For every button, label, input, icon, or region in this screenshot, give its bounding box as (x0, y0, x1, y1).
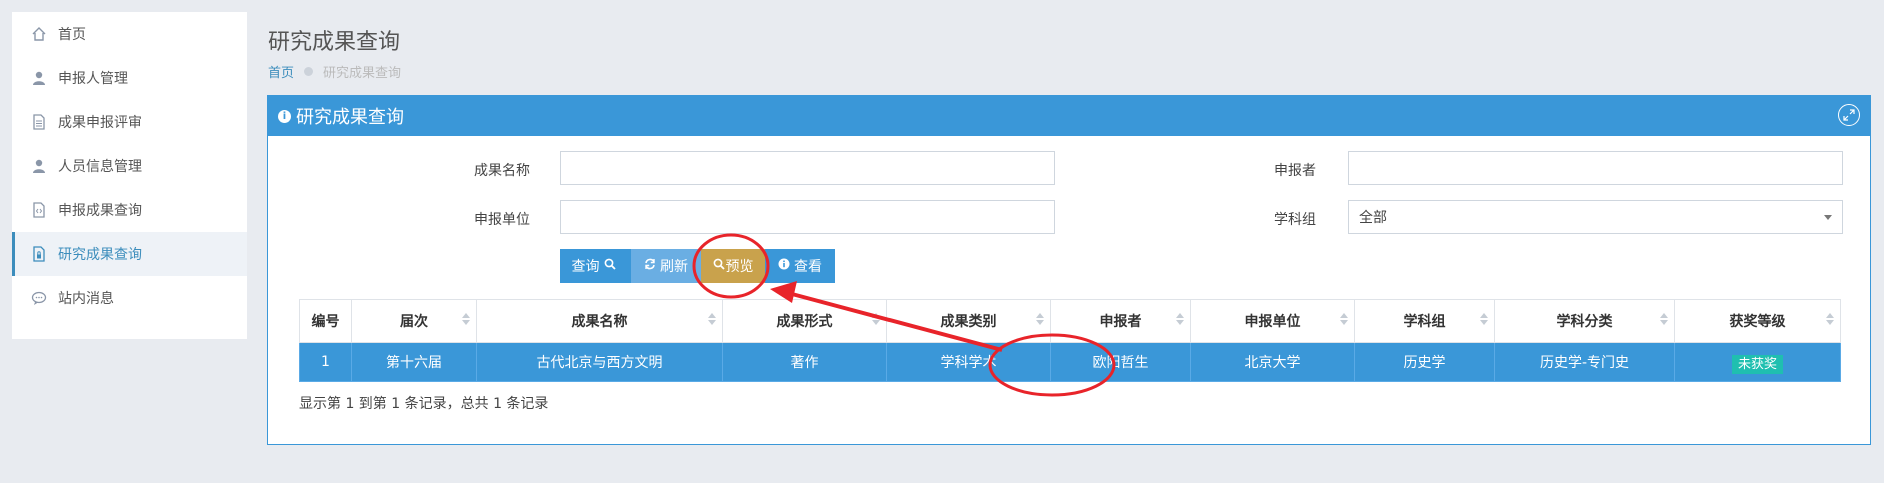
sort-icon (1826, 313, 1834, 325)
sidebar-item-home[interactable]: 首页 (12, 12, 247, 56)
table-row[interactable]: 1 第十六届 古代北京与西方文明 著作 学科学术 欧阳哲生 北京大学 历史学 历… (299, 342, 1841, 382)
expand-icon[interactable] (1838, 104, 1860, 126)
group-select-value: 全部 (1359, 210, 1387, 226)
sidebar-item-achievement-review[interactable]: 成果申报评审 (12, 100, 247, 144)
home-icon (30, 25, 48, 43)
table-cell: 古代北京与西方文明 (476, 342, 723, 382)
table-cell: 欧阳哲生 (1050, 342, 1191, 382)
column-header[interactable]: 成果形式 (722, 299, 887, 343)
unit-label: 申报单位 (474, 212, 530, 228)
column-header[interactable]: 成果类别 (886, 299, 1051, 343)
sort-icon (1340, 313, 1348, 325)
unit-input[interactable] (560, 200, 1055, 234)
search-icon (713, 258, 725, 274)
applicant-input[interactable] (1348, 151, 1843, 185)
breadcrumb-separator (304, 67, 314, 76)
refresh-button-label: 刷新 (660, 259, 688, 275)
group-select[interactable]: 全部 (1348, 200, 1843, 234)
column-header[interactable]: 学科分类 (1494, 299, 1675, 343)
sort-icon (708, 313, 716, 325)
refresh-button[interactable]: 刷新 (631, 249, 701, 283)
column-header[interactable]: 学科组 (1354, 299, 1495, 343)
table-cell: 历史学 (1354, 342, 1495, 382)
user-icon (30, 157, 48, 175)
page-title: 研究成果查询 (268, 30, 401, 55)
column-header[interactable]: 申报单位 (1190, 299, 1355, 343)
sort-icon (1036, 313, 1044, 325)
file-lock-icon (30, 245, 48, 263)
sidebar-item-personnel-management[interactable]: 人员信息管理 (12, 144, 247, 188)
preview-button[interactable]: 预览 (701, 249, 765, 283)
action-buttons: 查询 刷新 预览 查看 (560, 249, 835, 283)
table-header-row: 编号 届次 成果名称 成果形式 成果类别 申报者 申报单位 学科组 学科分类 获… (299, 299, 1841, 343)
award-status-badge: 未获奖 (1731, 354, 1783, 374)
results-table: 编号 届次 成果名称 成果形式 成果类别 申报者 申报单位 学科组 学科分类 获… (299, 299, 1841, 382)
info-icon: i (278, 109, 291, 123)
sidebar-item-label: 站内消息 (58, 291, 114, 307)
column-header: 编号 (299, 299, 352, 343)
table-cell: 北京大学 (1190, 342, 1355, 382)
info-icon (778, 258, 790, 274)
sort-icon (1176, 313, 1184, 325)
sidebar-item-label: 人员信息管理 (58, 159, 142, 175)
user-icon (30, 69, 48, 87)
view-button-label: 查看 (794, 259, 822, 275)
breadcrumb-current: 研究成果查询 (323, 66, 402, 81)
sidebar-item-label: 申报成果查询 (58, 203, 142, 219)
table-cell: 未获奖 (1674, 342, 1841, 382)
query-button-label: 查询 (571, 259, 600, 275)
chat-icon (30, 289, 48, 307)
column-header[interactable]: 届次 (351, 299, 477, 343)
query-button[interactable]: 查询 (560, 249, 631, 283)
view-button[interactable]: 查看 (765, 249, 835, 283)
breadcrumb: 首页 研究成果查询 (268, 62, 401, 81)
column-header[interactable]: 获奖等级 (1674, 299, 1841, 343)
preview-button-label: 预览 (725, 259, 754, 275)
breadcrumb-home-link[interactable]: 首页 (268, 62, 294, 81)
panel-title: 研究成果查询 (296, 107, 404, 128)
search-icon (604, 258, 616, 274)
refresh-icon (644, 258, 656, 274)
sidebar-item-label: 首页 (58, 27, 86, 43)
applicant-label: 申报者 (1274, 163, 1316, 179)
sidebar-item-applicant-management[interactable]: 申报人管理 (12, 56, 247, 100)
table-cell: 著作 (722, 342, 887, 382)
results-table-wrapper: 编号 届次 成果名称 成果形式 成果类别 申报者 申报单位 学科组 学科分类 获… (299, 299, 1841, 382)
sort-icon (462, 313, 470, 325)
column-header[interactable]: 申报者 (1050, 299, 1191, 343)
sort-icon (1480, 313, 1488, 325)
document-icon (30, 113, 48, 131)
group-label: 学科组 (1274, 212, 1316, 228)
table-cell: 第十六届 (351, 342, 477, 382)
table-cell: 1 (299, 342, 352, 382)
name-label: 成果名称 (474, 163, 530, 179)
code-file-icon (30, 201, 48, 219)
pagination-summary: 显示第 1 到第 1 条记录，总共 1 条记录 (299, 396, 549, 412)
panel-header: i 研究成果查询 (268, 96, 1870, 136)
search-panel: i 研究成果查询 成果名称 申报者 申报单位 学科组 全部 查询 刷新 预览 查… (267, 95, 1871, 445)
table-cell: 历史学-专门史 (1494, 342, 1675, 382)
sidebar: 首页 申报人管理 成果申报评审 人员信息管理 申报成果查询 研究成果查询 站内消… (12, 12, 247, 339)
sidebar-item-label: 成果申报评审 (58, 115, 142, 131)
sidebar-item-research-query[interactable]: 研究成果查询 (12, 232, 247, 276)
sidebar-item-label: 研究成果查询 (58, 247, 142, 263)
column-header[interactable]: 成果名称 (476, 299, 723, 343)
chevron-down-icon (1824, 214, 1832, 220)
sort-icon (1660, 313, 1668, 325)
table-cell: 学科学术 (886, 342, 1051, 382)
sidebar-item-label: 申报人管理 (58, 71, 128, 87)
sidebar-item-application-query[interactable]: 申报成果查询 (12, 188, 247, 232)
sidebar-item-messages[interactable]: 站内消息 (12, 276, 247, 320)
sort-icon (872, 313, 880, 325)
name-input[interactable] (560, 151, 1055, 185)
